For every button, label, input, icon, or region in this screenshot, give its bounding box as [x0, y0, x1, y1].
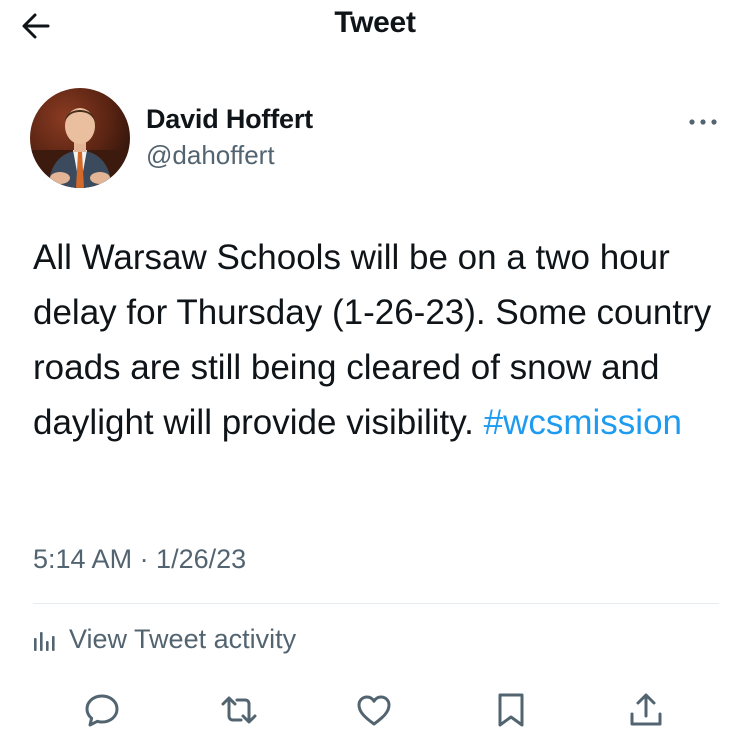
retweet-icon: [221, 696, 257, 724]
divider: [33, 603, 719, 604]
reply-icon: [85, 694, 119, 727]
reply-button[interactable]: [82, 690, 122, 730]
retweet-button[interactable]: [219, 690, 259, 730]
tweet-text: All Warsaw Schools will be on a two hour…: [33, 230, 733, 450]
more-options-button[interactable]: [686, 110, 720, 134]
heart-icon: [357, 695, 391, 726]
like-button[interactable]: [354, 690, 394, 730]
hashtag-link[interactable]: #wcsmission: [484, 403, 682, 442]
view-tweet-activity-link[interactable]: View Tweet activity: [33, 624, 296, 655]
author-handle[interactable]: @dahoffert: [146, 140, 275, 171]
share-icon: [630, 693, 662, 726]
header-bar: Tweet: [0, 0, 750, 50]
bookmark-button[interactable]: [491, 690, 531, 730]
share-button[interactable]: [626, 690, 666, 730]
author-name[interactable]: David Hoffert: [146, 104, 313, 135]
bookmark-icon: [498, 693, 524, 727]
more-horizontal-icon: [689, 119, 717, 125]
avatar[interactable]: [30, 88, 130, 188]
activity-label: View Tweet activity: [69, 624, 297, 654]
page-title: Tweet: [334, 6, 416, 39]
tweet-timestamp[interactable]: 5:14 AM · 1/26/23: [33, 544, 246, 575]
bar-chart-icon: [34, 631, 55, 651]
